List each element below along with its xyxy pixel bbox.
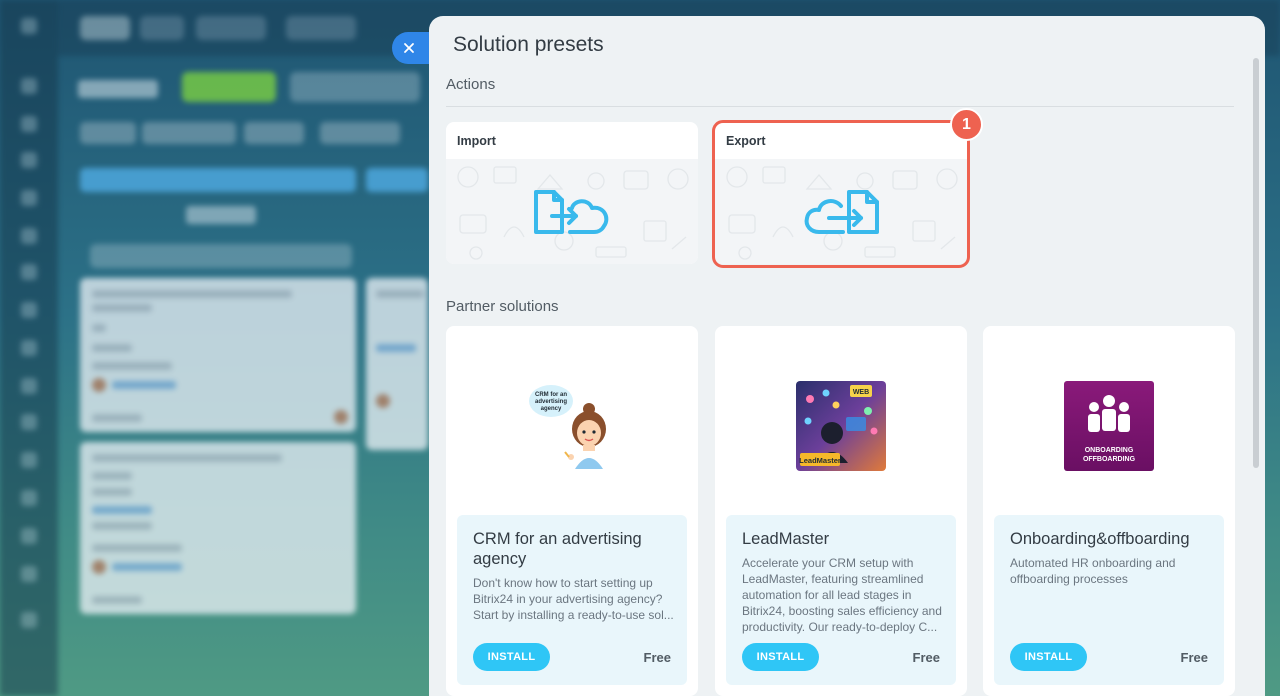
install-button[interactable]: INSTALL	[742, 643, 819, 671]
onboarding-team-icon: ONBOARDING OFFBOARDING	[1064, 381, 1154, 471]
partner-info-panel: CRM for an advertising agency Don't know…	[457, 515, 687, 685]
svg-text:agency: agency	[541, 406, 562, 412]
export-card-label: Export	[726, 134, 766, 148]
svg-text:advertising: advertising	[535, 399, 567, 405]
partner-name[interactable]: CRM for an advertising agency	[473, 529, 678, 569]
panel-scrollbar[interactable]	[1253, 58, 1259, 468]
import-card[interactable]: Import	[446, 122, 698, 264]
export-card[interactable]: Export	[715, 122, 967, 264]
export-card-illustration	[715, 159, 967, 264]
partner-solutions-section-title: Partner solutions	[446, 298, 559, 315]
import-card-label: Import	[457, 134, 496, 148]
left-menu-rail	[0, 0, 58, 696]
step-badge: 1	[950, 108, 983, 141]
partner-card-onboarding[interactable]: ONBOARDING OFFBOARDING Onboarding&offboa…	[983, 326, 1235, 696]
leadmaster-logo-icon: WEB LeadMaster	[796, 381, 886, 471]
solution-presets-panel: Solution presets Actions Import Export 1…	[429, 16, 1265, 696]
advertising-agency-illustration: CRM for an advertising agency	[527, 381, 617, 471]
import-cloud-icon	[534, 189, 609, 234]
partner-card-crm-advertising[interactable]: CRM for an advertising agency CRM for an…	[446, 326, 698, 696]
svg-text:WEB: WEB	[853, 389, 869, 396]
actions-section-title: Actions	[446, 76, 496, 93]
price-label: Free	[643, 650, 671, 665]
leadmaster-logo-image: WEB LeadMaster	[796, 381, 886, 471]
partner-description: Automated HR onboarding and offboarding …	[1010, 556, 1176, 586]
close-icon	[404, 43, 414, 53]
svg-text:OFFBOARDING: OFFBOARDING	[1083, 456, 1136, 463]
partner-info-panel: Onboarding&offboarding Automated HR onbo…	[994, 515, 1224, 685]
partner-name[interactable]: Onboarding&offboarding	[1010, 529, 1215, 549]
panel-title: Solution presets	[453, 33, 604, 56]
onboarding-logo-image: ONBOARDING OFFBOARDING	[1064, 381, 1154, 471]
import-card-illustration	[446, 159, 698, 264]
partner-info-panel: LeadMaster Accelerate your CRM setup wit…	[726, 515, 956, 685]
export-cloud-icon	[804, 189, 879, 234]
svg-text:CRM for an: CRM for an	[535, 392, 567, 398]
price-label: Free	[912, 650, 940, 665]
partner-name[interactable]: LeadMaster	[742, 529, 947, 549]
install-button[interactable]: INSTALL	[1010, 643, 1087, 671]
section-divider	[446, 106, 1234, 107]
partner-description: Accelerate your CRM setup with LeadMaste…	[742, 556, 942, 634]
install-button[interactable]: INSTALL	[473, 643, 550, 671]
partner-description: Don't know how to start setting up Bitri…	[473, 576, 674, 622]
svg-text:LeadMaster: LeadMaster	[799, 456, 841, 465]
partner-card-leadmaster[interactable]: WEB LeadMaster LeadMaster Accelerate you…	[715, 326, 967, 696]
svg-text:ONBOARDING: ONBOARDING	[1085, 447, 1134, 454]
price-label: Free	[1180, 650, 1208, 665]
agency-girl-icon: CRM for an advertising agency	[529, 385, 606, 469]
